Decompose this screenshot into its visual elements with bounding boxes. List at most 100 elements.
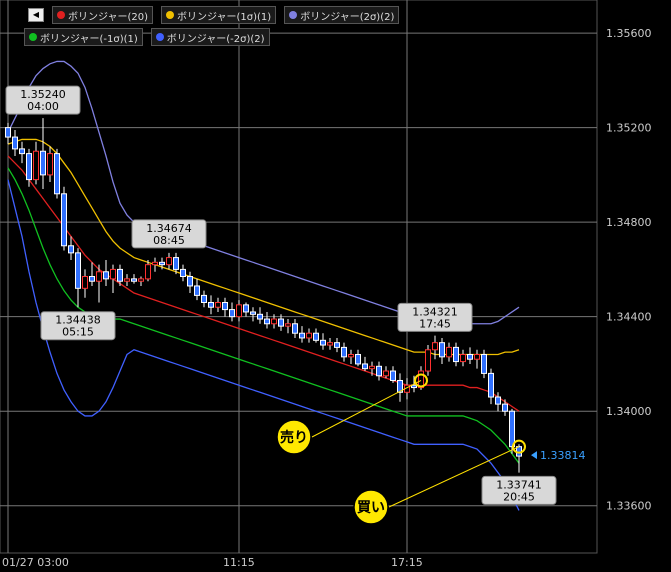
legend-item[interactable]: ボリンジャー(2σ)(2) bbox=[284, 6, 400, 24]
candle-body bbox=[278, 318, 284, 327]
candle-body bbox=[222, 301, 228, 311]
y-tick-label: 1.34000 bbox=[606, 405, 652, 418]
candle-body bbox=[208, 301, 214, 308]
legend-label: ボリンジャー(1σ)(1) bbox=[177, 11, 272, 23]
legend-item[interactable]: ボリンジャー(1σ)(1) bbox=[161, 6, 277, 24]
candle-body bbox=[173, 257, 179, 270]
candle-body bbox=[509, 410, 515, 448]
candle-body bbox=[264, 318, 270, 325]
candle-body bbox=[257, 313, 263, 320]
y-tick-label: 1.34400 bbox=[606, 311, 652, 324]
candle-body bbox=[61, 193, 67, 247]
candle-body bbox=[131, 278, 137, 282]
callout-time: 04:00 bbox=[27, 100, 59, 113]
candle-body bbox=[327, 342, 333, 346]
candle-body bbox=[481, 353, 487, 374]
candle-body bbox=[474, 353, 480, 360]
candle-body bbox=[320, 339, 326, 346]
candle-body bbox=[355, 353, 361, 365]
candle-body bbox=[299, 332, 305, 339]
candle-body bbox=[439, 342, 445, 358]
candle-body bbox=[19, 148, 25, 155]
candle-body bbox=[383, 370, 389, 377]
candle-body bbox=[369, 365, 375, 370]
legend-label: ボリンジャー(20) bbox=[68, 11, 149, 23]
x-tick-label: 11:15 bbox=[223, 556, 255, 569]
candle-body bbox=[201, 294, 207, 303]
candle-body bbox=[68, 245, 74, 254]
candle-body bbox=[152, 261, 158, 266]
candle-body bbox=[348, 353, 354, 358]
candle-body bbox=[75, 252, 81, 289]
candle-body bbox=[187, 276, 193, 287]
candle-body bbox=[96, 271, 102, 282]
candle-body bbox=[425, 349, 431, 372]
candle-body bbox=[243, 304, 249, 313]
annotation-label: 売り bbox=[280, 429, 308, 446]
legend-item[interactable]: ボリンジャー(-1σ)(1) bbox=[24, 28, 143, 46]
candle-body bbox=[432, 342, 438, 351]
callout-time: 08:45 bbox=[153, 234, 185, 247]
candle-body bbox=[166, 257, 172, 266]
candle-body bbox=[145, 264, 151, 280]
candle-body bbox=[376, 365, 382, 377]
candle-body bbox=[453, 346, 459, 363]
legend-label: ボリンジャー(-1σ)(1) bbox=[40, 33, 138, 45]
candle-body bbox=[250, 311, 256, 315]
y-tick-label: 1.35200 bbox=[606, 122, 652, 135]
candle-body bbox=[306, 332, 312, 339]
legend-label: ボリンジャー(-2σ)(2) bbox=[166, 33, 265, 45]
y-tick-label: 1.35600 bbox=[606, 27, 652, 40]
candle-body bbox=[117, 268, 123, 282]
candle-body bbox=[110, 268, 116, 280]
candle-body bbox=[54, 153, 60, 195]
candle-body bbox=[215, 301, 221, 308]
legend-color-icon bbox=[166, 11, 175, 19]
candle-body bbox=[12, 136, 18, 150]
candle-body bbox=[194, 285, 200, 296]
candle-body bbox=[362, 363, 368, 370]
x-tick-label: 17:15 bbox=[391, 556, 423, 569]
candle-body bbox=[341, 346, 347, 358]
legend-color-icon bbox=[289, 11, 298, 19]
legend-color-icon bbox=[57, 11, 65, 19]
y-tick-label: 1.34800 bbox=[606, 216, 652, 229]
candle-body bbox=[40, 150, 46, 176]
indicator-legend: ボリンジャー(20) ボリンジャー(1σ)(1) ボリンジャー(2σ)(2) ボリンジ… bbox=[24, 6, 484, 46]
candle-body bbox=[495, 396, 501, 405]
candle-body bbox=[229, 309, 235, 318]
callout-time: 05:15 bbox=[62, 326, 94, 339]
candle-body bbox=[467, 353, 473, 360]
legend-color-icon bbox=[155, 33, 164, 41]
legend-color-icon bbox=[29, 33, 37, 41]
candle-body bbox=[180, 268, 186, 277]
candle-body bbox=[159, 261, 165, 266]
candle-body bbox=[138, 278, 144, 282]
candle-body bbox=[390, 370, 396, 381]
candle-body bbox=[124, 278, 130, 282]
candle-body bbox=[26, 153, 32, 181]
candle-body bbox=[313, 332, 319, 341]
callout-time: 20:45 bbox=[503, 490, 535, 503]
candle-body bbox=[271, 318, 277, 325]
candle-body bbox=[47, 153, 53, 176]
candle-body bbox=[334, 342, 340, 348]
legend-item[interactable]: ボリンジャー(20) bbox=[52, 6, 154, 24]
candle-body bbox=[5, 127, 11, 138]
candle-body bbox=[33, 150, 39, 181]
candle-body bbox=[502, 403, 508, 412]
candle-body bbox=[446, 346, 452, 358]
annotation-label: 買い bbox=[357, 500, 385, 516]
candle-body bbox=[488, 372, 494, 398]
candle-body bbox=[460, 353, 466, 363]
x-tick-label: 01/27 03:00 bbox=[2, 556, 69, 569]
candle-body bbox=[103, 271, 109, 280]
callout-time: 17:45 bbox=[419, 317, 451, 330]
y-tick-label: 1.33600 bbox=[606, 500, 652, 513]
price-marker-label: 1.33814 bbox=[540, 449, 586, 462]
legend-label: ボリンジャー(2σ)(2) bbox=[300, 11, 395, 23]
candle-body bbox=[82, 276, 88, 289]
candle-body bbox=[285, 323, 291, 327]
candle-body bbox=[236, 304, 242, 318]
legend-item[interactable]: ボリンジャー(-2σ)(2) bbox=[150, 28, 270, 46]
